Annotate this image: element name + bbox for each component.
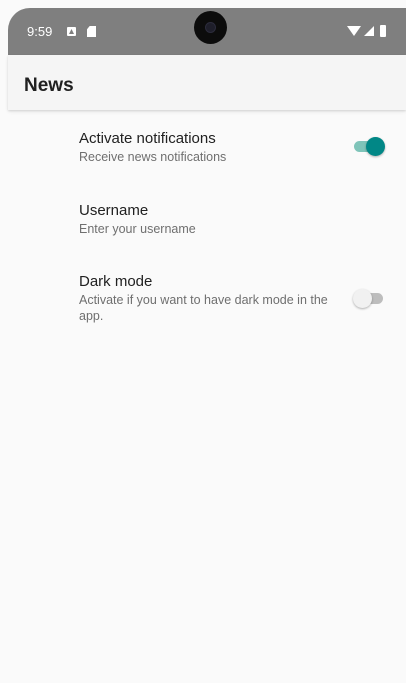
pref-summary: Receive news notifications [79, 150, 227, 164]
notification-a-icon [67, 27, 76, 36]
pref-summary: Enter your username [79, 222, 196, 236]
battery-icon [380, 25, 386, 37]
preferences-list: Activate notifications Receive news noti… [8, 110, 406, 683]
wifi-icon [347, 26, 361, 36]
pref-username[interactable]: Username Enter your username [79, 202, 399, 237]
pref-title: Dark mode [79, 273, 153, 290]
status-icons [347, 25, 386, 37]
camera-cutout [194, 11, 227, 44]
signal-icon [364, 26, 374, 36]
status-time: 9:59 [27, 24, 53, 39]
switch-thumb [366, 137, 385, 156]
app-bar: News [8, 55, 406, 110]
pref-dark-mode[interactable]: Dark mode Activate if you want to have d… [79, 273, 339, 324]
pref-title: Username [79, 202, 149, 219]
notifications-toggle[interactable] [354, 136, 385, 156]
page-title: News [24, 75, 74, 96]
pref-activate-notifications[interactable]: Activate notifications Receive news noti… [79, 130, 399, 165]
dark-mode-toggle[interactable] [353, 288, 385, 308]
pref-title: Activate notifications [79, 130, 216, 147]
switch-thumb [353, 289, 372, 308]
pref-summary: Activate if you want to have dark mode i… [79, 293, 328, 323]
device-screen: 9:59 News Activate notifications Receive… [0, 0, 406, 683]
